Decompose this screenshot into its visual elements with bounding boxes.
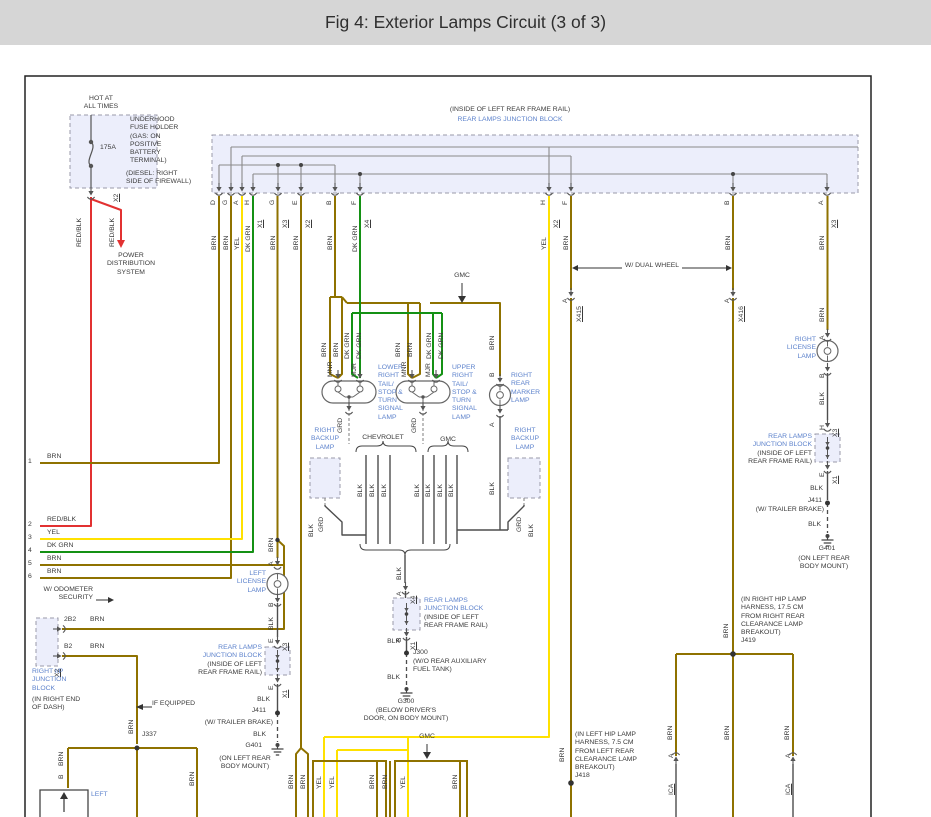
ground-converge-brace xyxy=(360,544,450,555)
g401-right-ground-symbol xyxy=(822,534,834,546)
rear-lamps-junction-block-top xyxy=(212,135,858,193)
annotation-arrows xyxy=(96,268,726,752)
right-backup-lamp-right-box xyxy=(508,458,540,498)
variant-braces xyxy=(356,441,468,555)
splice-dots xyxy=(135,501,831,786)
gmc-brace xyxy=(428,441,468,452)
right-backup-lamp-left-box xyxy=(310,458,340,498)
left-lamp-box xyxy=(40,790,88,817)
left-license-lamp-symbol xyxy=(267,574,288,595)
right-ip-junction-block-box xyxy=(36,618,58,666)
wires-black-dashed xyxy=(278,503,828,742)
chevrolet-brace xyxy=(356,441,416,452)
g401-left-ground-symbol xyxy=(272,743,284,755)
right-rear-marker-lamp-symbol xyxy=(490,385,511,406)
lower-right-tail-lamp-symbol xyxy=(322,381,376,403)
right-license-lamp-symbol xyxy=(817,341,838,362)
power-distribution-arrow xyxy=(117,240,125,248)
wires-red xyxy=(40,197,121,526)
bottom-lamp-box-gmc xyxy=(395,761,467,817)
wires-yellow xyxy=(40,196,549,817)
wiring-diagram-page: Fig 4: Exterior Lamps Circuit (3 of 3) xyxy=(0,0,931,817)
fuse-holder-box xyxy=(70,115,157,188)
g300-ground-symbol xyxy=(401,687,413,699)
wiring-diagram-svg xyxy=(0,0,931,817)
upper-right-tail-lamp-symbol xyxy=(396,381,450,403)
connector-pins xyxy=(53,183,831,765)
ground-leads-dashed xyxy=(325,403,524,505)
